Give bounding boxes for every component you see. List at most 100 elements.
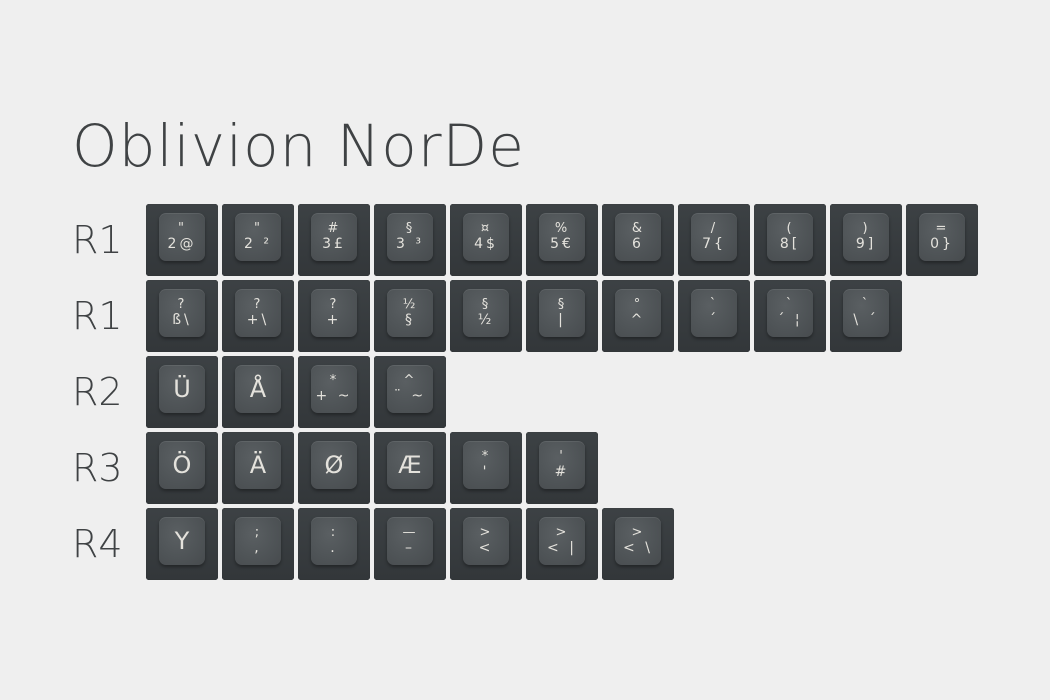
keycap: Ü: [146, 356, 218, 428]
keycap: > <: [450, 508, 522, 580]
keycap-top: > < |: [539, 517, 585, 565]
keycap: ? +\: [222, 280, 294, 352]
keycap-legend-base: 6: [632, 236, 644, 252]
keycap-top: ` ´: [691, 289, 737, 337]
keycap-legend-base: +: [326, 312, 342, 328]
keycap-legend-shift: :: [330, 525, 338, 540]
keycap-legend: Ä: [249, 451, 267, 479]
keycap-top: % 5€: [539, 213, 585, 261]
keycap-top: = 0}: [919, 213, 965, 261]
keycap-legend-base: 2 ²: [244, 236, 272, 252]
keycap: ° ^: [602, 280, 674, 352]
keycap-legend: Ö: [172, 451, 192, 479]
keycap-top: Y: [159, 517, 205, 565]
page-title: Oblivion NorDe: [72, 112, 525, 180]
keycap-legend-base: 9]: [855, 236, 877, 252]
keycap-legend-base: #: [554, 464, 570, 480]
keycap-legend-shift: #: [327, 221, 341, 236]
keycap-top: ? +\: [235, 289, 281, 337]
keycap: > < \: [602, 508, 674, 580]
keycap: ^ ¨ ~: [374, 356, 446, 428]
keycap: #3£: [298, 204, 370, 276]
keycap-legend-base: |: [558, 312, 566, 328]
keycap: * + ~: [298, 356, 370, 428]
keycap: % 5€: [526, 204, 598, 276]
keycap-legend-shift: >: [479, 525, 493, 540]
keycap-top: ` \ ´: [843, 289, 889, 337]
keycap: Ö: [146, 432, 218, 504]
keycap-legend-shift: `: [861, 297, 871, 312]
row-label: R3: [72, 446, 123, 490]
keycap-top: * + ~: [311, 365, 357, 413]
keycap-legend-base: 3£: [322, 236, 346, 252]
keycap: ` ´: [678, 280, 750, 352]
keycap-legend-base: §: [405, 312, 415, 328]
keycap-legend-shift: ": [254, 221, 262, 236]
keycap-top: Ø: [311, 441, 357, 489]
keycap-top: ? ß\: [159, 289, 205, 337]
keycap: = 0}: [906, 204, 978, 276]
keycap-top: § 3 ³: [387, 213, 433, 261]
keycap-legend-shift: ": [178, 221, 186, 236]
keycap-legend-base: 4$: [474, 236, 498, 252]
keycap-legend-shift: (: [786, 221, 794, 236]
keycap-top: Æ: [387, 441, 433, 489]
keycap-legend-base: \ ´: [853, 312, 879, 328]
keycap-legend-shift: >: [555, 525, 569, 540]
keycap: ` \ ´: [830, 280, 902, 352]
keycap: (8[: [754, 204, 826, 276]
keycap-legend-shift: ?: [329, 297, 339, 312]
keycap-legend-shift: §: [405, 221, 415, 236]
keycap-legend: Y: [174, 527, 190, 555]
keycap-top: /7{: [691, 213, 737, 261]
keycap-top: ` ´ ¦: [767, 289, 813, 337]
keycap: ¤ 4$: [450, 204, 522, 276]
keycap-legend-shift: °: [633, 297, 643, 312]
keycap-top: ½ §: [387, 289, 433, 337]
keycap: § 3 ³: [374, 204, 446, 276]
keycap: " 2 ²: [222, 204, 294, 276]
keycap-legend-base: 7{: [702, 236, 726, 252]
keycap-top: § ½: [463, 289, 509, 337]
keycap-top: > < \: [615, 517, 661, 565]
keycap-legend: Ø: [324, 451, 344, 479]
keycap-top: " 2 ²: [235, 213, 281, 261]
keycap-legend-base: ½: [477, 312, 495, 328]
keycap-legend-shift: ?: [177, 297, 187, 312]
row-label: R4: [72, 522, 123, 566]
keycap-legend-shift: ½: [402, 297, 418, 312]
keycap: ' #: [526, 432, 598, 504]
keycap-legend: Æ: [398, 451, 422, 479]
keycap-legend-shift: ): [862, 221, 870, 236]
keycap-legend-shift: `: [785, 297, 795, 312]
keycap-legend-base: ´ ¦: [777, 312, 803, 328]
keycap-legend-shift: §: [481, 297, 491, 312]
keycap-legend-base: <: [478, 540, 494, 556]
keycap: § |: [526, 280, 598, 352]
keycap-top: (8[: [767, 213, 813, 261]
keycap-top: — –: [387, 517, 433, 565]
keycap-top: Ö: [159, 441, 205, 489]
keycap: § ½: [450, 280, 522, 352]
keycap-legend-shift: /: [710, 221, 718, 236]
keycap-top: Å: [235, 365, 281, 413]
keycap-top: * ': [463, 441, 509, 489]
keycap-legend-shift: ^: [403, 373, 417, 388]
keycap-top: & 6: [615, 213, 661, 261]
keycap-top: " 2@: [159, 213, 205, 261]
keycap-legend-base: –: [405, 540, 415, 556]
keycap: ? ß\: [146, 280, 218, 352]
keycap-top: ) 9]: [843, 213, 889, 261]
keycap-legend-base: ¨ ~: [393, 388, 427, 404]
keycap-legend-shift: *: [329, 373, 339, 388]
keycap-legend-shift: —: [402, 525, 418, 540]
row-label: R1: [72, 218, 123, 262]
keycap: ? +: [298, 280, 370, 352]
keycap: > < |: [526, 508, 598, 580]
keycap-legend-shift: §: [557, 297, 567, 312]
keycap-legend-base: ^: [630, 312, 646, 328]
keycap-legend-base: 3 ³: [396, 236, 424, 252]
keycap: Y: [146, 508, 218, 580]
keycap: Æ: [374, 432, 446, 504]
keycap: ` ´ ¦: [754, 280, 826, 352]
